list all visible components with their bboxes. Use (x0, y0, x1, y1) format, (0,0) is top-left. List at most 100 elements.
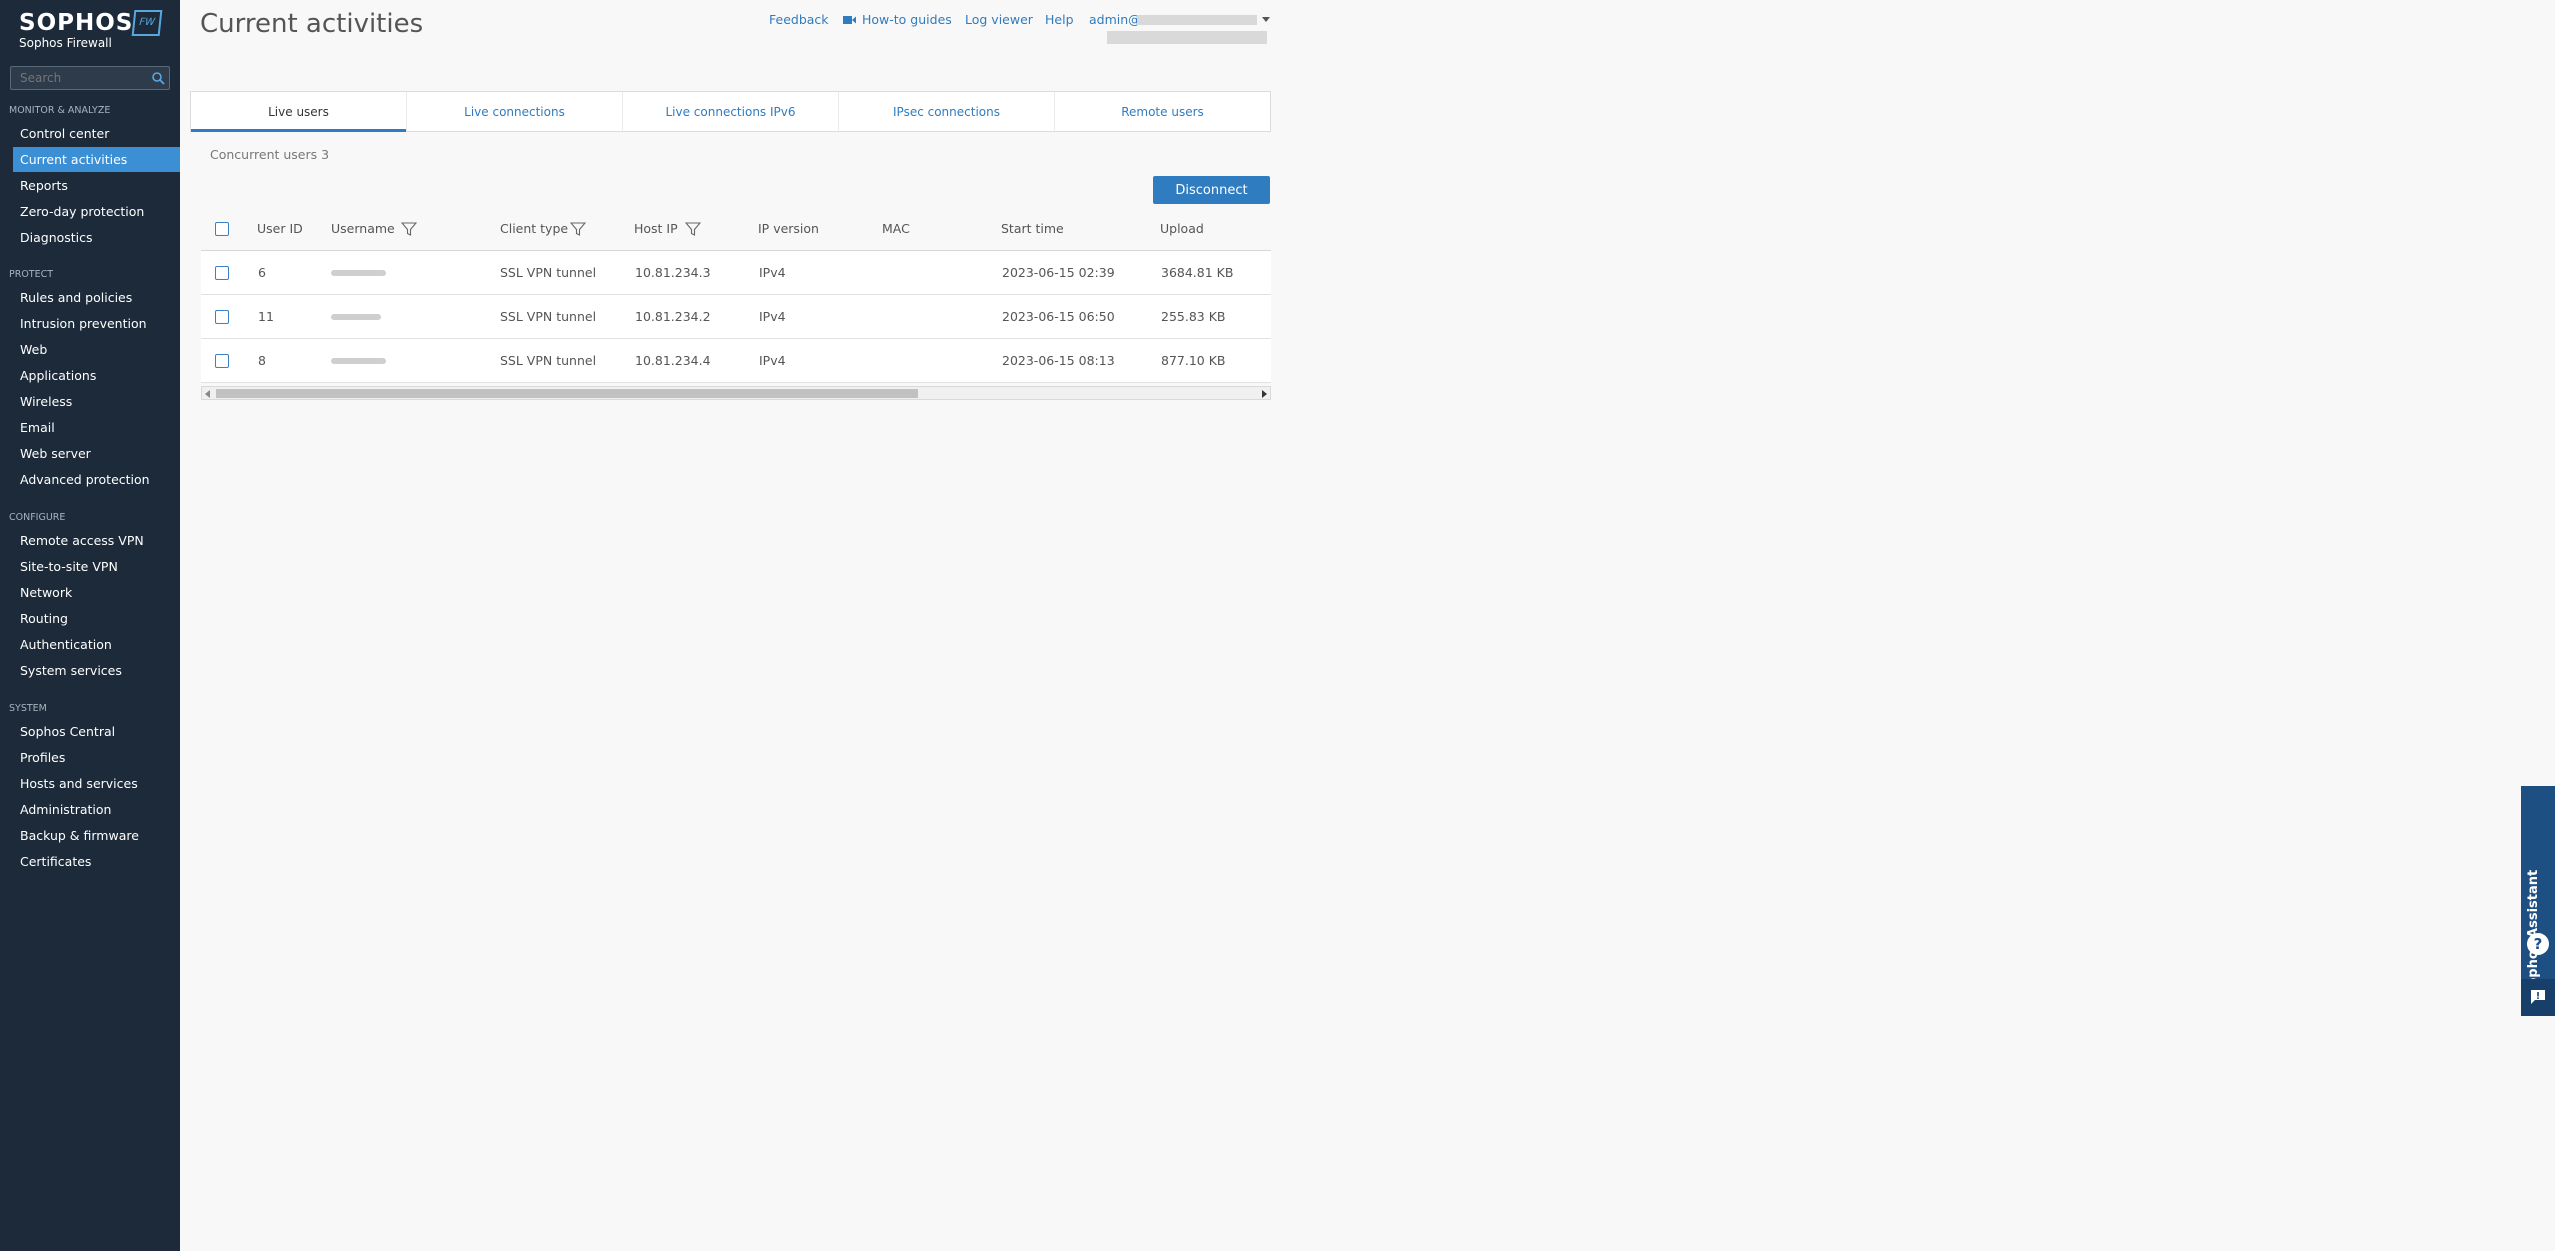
col-upload[interactable]: Upload (1160, 207, 1204, 251)
sidebar-item-control-center[interactable]: Control center (13, 121, 180, 146)
logo-wordmark: SOPHOS (19, 10, 134, 36)
sophos-assistant-panel[interactable]: Sophos Assistant ? (2521, 786, 2555, 1016)
sidebar-item-advanced-protection[interactable]: Advanced protection (13, 467, 180, 492)
sidebar-item-wireless[interactable]: Wireless (13, 389, 180, 414)
sidebar-item-intrusion-prevention[interactable]: Intrusion prevention (13, 311, 180, 336)
assistant-label[interactable]: Sophos Assistant (2526, 856, 2541, 996)
sidebar-item-network[interactable]: Network (13, 580, 180, 605)
redacted-admin-host (1137, 15, 1257, 25)
cell-client-type: SSL VPN tunnel (500, 309, 597, 324)
tab-live-users[interactable]: Live users (191, 92, 407, 132)
col-user-id[interactable]: User ID (257, 207, 303, 251)
sidebar-search[interactable] (10, 66, 170, 90)
sidebar-item-remote-access-vpn[interactable]: Remote access VPN (13, 528, 180, 553)
tab-remote-users[interactable]: Remote users (1055, 92, 1270, 131)
filter-icon[interactable] (401, 221, 417, 237)
question-icon[interactable]: ? (2526, 932, 2550, 956)
sidebar-item-routing[interactable]: Routing (13, 606, 180, 631)
cell-host-ip: 10.81.234.2 (635, 309, 711, 324)
col-start-time[interactable]: Start time (1001, 207, 1064, 251)
section-heading-protect: PROTECT (9, 269, 54, 280)
sidebar-item-web-server[interactable]: Web server (13, 441, 180, 466)
how-to-guides-link[interactable]: How-to guides (862, 12, 952, 27)
sidebar-item-system-services[interactable]: System services (13, 658, 180, 683)
row-checkbox[interactable] (215, 310, 229, 324)
sidebar-item-rules-and-policies[interactable]: Rules and policies (13, 285, 180, 310)
cell-client-type: SSL VPN tunnel (500, 353, 597, 368)
cell-user-id: 6 (258, 265, 266, 280)
section-heading-system: SYSTEM (9, 703, 47, 714)
page-title: Current activities (200, 9, 424, 39)
redacted-subline (1107, 31, 1267, 44)
row-checkbox[interactable] (215, 354, 229, 368)
feedback-icon[interactable] (2521, 979, 2555, 1016)
cell-upload: 877.10 KB (1161, 353, 1226, 368)
cell-host-ip: 10.81.234.4 (635, 353, 711, 368)
tab-live-connections-ipv6[interactable]: Live connections IPv6 (623, 92, 839, 131)
redacted-username (331, 270, 386, 276)
concurrent-users-count: Concurrent users 3 (210, 147, 330, 162)
select-all-checkbox[interactable] (215, 222, 229, 236)
sidebar-item-diagnostics[interactable]: Diagnostics (13, 225, 180, 250)
redacted-username (331, 358, 386, 364)
filter-icon[interactable] (685, 221, 701, 237)
row-checkbox[interactable] (215, 266, 229, 280)
sidebar-item-sophos-central[interactable]: Sophos Central (13, 719, 180, 744)
sidebar-item-reports[interactable]: Reports (13, 173, 180, 198)
cell-user-id: 8 (258, 353, 266, 368)
col-ip-version[interactable]: IP version (758, 207, 819, 251)
cell-ip-version: IPv4 (759, 265, 786, 280)
cell-upload: 255.83 KB (1161, 309, 1226, 324)
sidebar-item-hosts-and-services[interactable]: Hosts and services (13, 771, 180, 796)
sidebar: SOPHOS FW Sophos Firewall MONITOR & ANAL… (0, 0, 180, 1251)
col-client-type[interactable]: Client type (500, 207, 568, 251)
sidebar-item-zero-day-protection[interactable]: Zero-day protection (13, 199, 180, 224)
sidebar-item-backup-firmware[interactable]: Backup & firmware (13, 823, 180, 848)
section-heading-configure: CONFIGURE (9, 512, 66, 523)
table-row[interactable]: 11 SSL VPN tunnel 10.81.234.2 IPv4 2023-… (201, 295, 1271, 339)
sidebar-item-administration[interactable]: Administration (13, 797, 180, 822)
cell-host-ip: 10.81.234.3 (635, 265, 711, 280)
cell-start-time: 2023-06-15 08:13 (1002, 353, 1115, 368)
admin-menu[interactable]: admin@ (1089, 12, 1141, 27)
scrollbar-thumb[interactable] (216, 389, 918, 398)
cell-upload: 3684.81 KB (1161, 265, 1234, 280)
sophos-logo: SOPHOS FW (19, 10, 163, 36)
live-users-table: User ID Username Client type Host IP IP … (201, 207, 1271, 383)
cell-start-time: 2023-06-15 06:50 (1002, 309, 1115, 324)
sidebar-item-site-to-site-vpn[interactable]: Site-to-site VPN (13, 554, 180, 579)
col-username[interactable]: Username (331, 207, 395, 251)
table-row[interactable]: 8 SSL VPN tunnel 10.81.234.4 IPv4 2023-0… (201, 339, 1271, 383)
firewall-badge-icon: FW (131, 10, 163, 36)
arrow-right-icon[interactable] (1262, 390, 1267, 398)
search-input[interactable] (11, 67, 141, 89)
sidebar-item-authentication[interactable]: Authentication (13, 632, 180, 657)
arrow-left-icon[interactable] (205, 390, 210, 398)
product-name: Sophos Firewall (19, 36, 112, 50)
caret-down-icon[interactable] (1262, 17, 1270, 22)
col-host-ip[interactable]: Host IP (634, 207, 678, 251)
cell-ip-version: IPv4 (759, 309, 786, 324)
feedback-link[interactable]: Feedback (769, 12, 829, 27)
disconnect-button[interactable]: Disconnect (1153, 176, 1270, 204)
search-icon[interactable] (151, 71, 165, 85)
sidebar-item-applications[interactable]: Applications (13, 363, 180, 388)
tab-ipsec-connections[interactable]: IPsec connections (839, 92, 1055, 131)
col-mac[interactable]: MAC (882, 207, 910, 251)
tab-live-connections[interactable]: Live connections (407, 92, 623, 131)
sidebar-item-web[interactable]: Web (13, 337, 180, 362)
sidebar-item-profiles[interactable]: Profiles (13, 745, 180, 770)
sidebar-item-certificates[interactable]: Certificates (13, 849, 180, 874)
sidebar-item-current-activities[interactable]: Current activities (13, 147, 180, 172)
video-icon (843, 16, 856, 24)
table-row[interactable]: 6 SSL VPN tunnel 10.81.234.3 IPv4 2023-0… (201, 251, 1271, 295)
help-link[interactable]: Help (1045, 12, 1074, 27)
table-header: User ID Username Client type Host IP IP … (201, 207, 1271, 251)
log-viewer-link[interactable]: Log viewer (965, 12, 1033, 27)
redacted-username (331, 314, 381, 320)
cell-client-type: SSL VPN tunnel (500, 265, 597, 280)
section-heading-monitor: MONITOR & ANALYZE (9, 105, 111, 116)
sidebar-item-email[interactable]: Email (13, 415, 180, 440)
horizontal-scrollbar[interactable] (201, 386, 1271, 400)
filter-icon[interactable] (570, 221, 586, 237)
